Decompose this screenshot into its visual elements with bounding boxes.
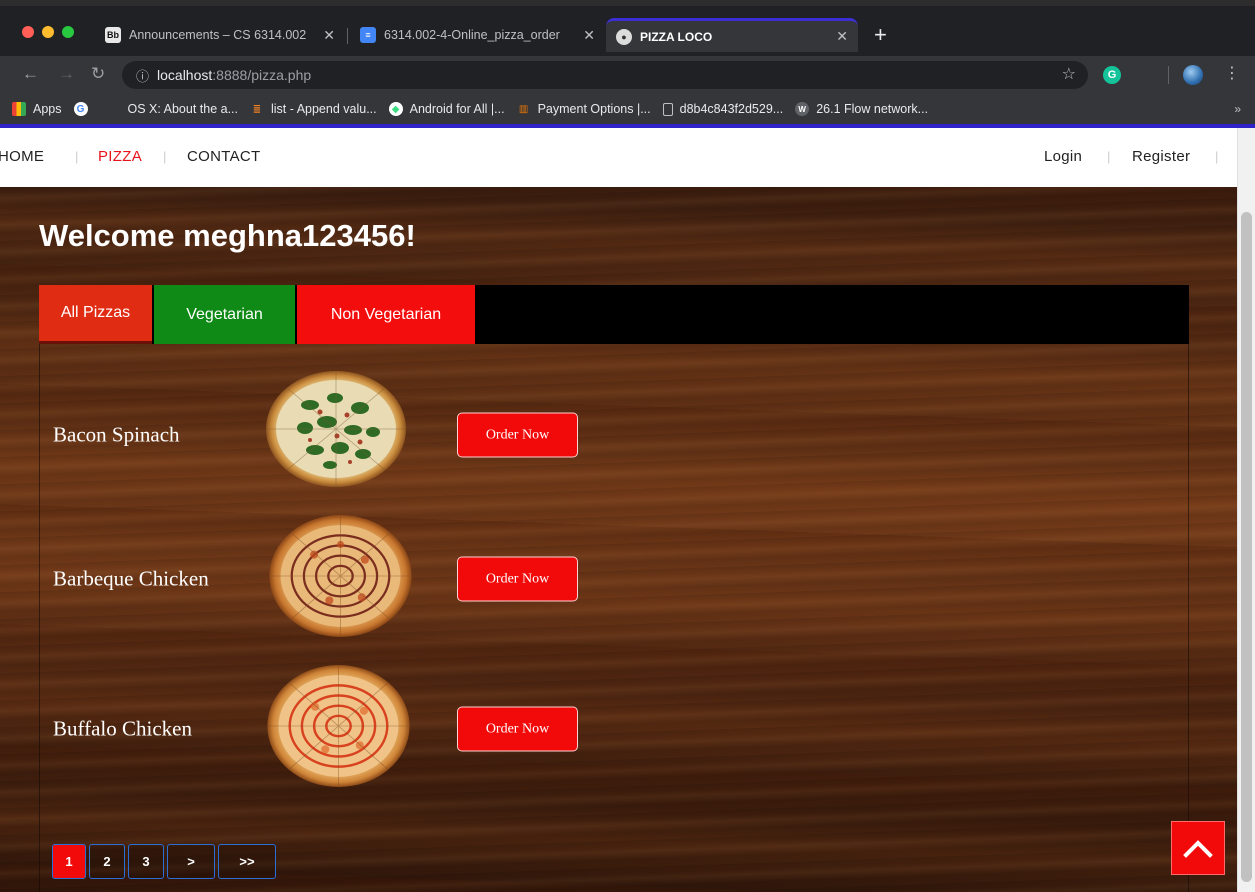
- tab-all-pizzas[interactable]: All Pizzas: [39, 285, 152, 344]
- bookmark-star-icon[interactable]: ☆: [1062, 64, 1076, 84]
- bookmark-label: 26.1 Flow network...: [816, 102, 929, 116]
- tab-divider: [347, 28, 348, 44]
- last-page-button[interactable]: >>: [218, 844, 276, 879]
- url-host: localhost: [157, 67, 213, 83]
- bookmark-android[interactable]: ◆ Android for All |...: [388, 102, 505, 116]
- pizza-item-buffalo-chicken: Buffalo Chicken Order Now: [40, 664, 640, 794]
- toolbar-divider: [1168, 66, 1169, 84]
- back-to-top-button[interactable]: [1171, 821, 1225, 875]
- maximize-window-button[interactable]: [62, 26, 74, 38]
- bookmark-apps[interactable]: Apps: [12, 102, 62, 116]
- browser-toolbar: ← → ↻ ⓘ localhost:8888/pizza.php ☆ G ⋮: [0, 56, 1255, 94]
- info-icon[interactable]: ⓘ: [136, 66, 149, 85]
- pizza-favicon-icon: ●: [616, 28, 632, 45]
- tab-title: Announcements – CS 6314.002: [129, 28, 307, 42]
- docs-icon: ≡: [360, 27, 376, 43]
- forward-arrow-icon[interactable]: →: [58, 64, 75, 84]
- url-path: :8888/pizza.php: [212, 67, 312, 83]
- browser-tab-pizza-loco[interactable]: ● PIZZA LOCO ✕: [606, 18, 858, 52]
- blackboard-favicon-icon: Bb: [105, 27, 121, 43]
- page-1-button[interactable]: 1: [52, 844, 86, 879]
- close-tab-icon[interactable]: ✕: [323, 27, 335, 44]
- bookmark-label: OS X: About the a...: [127, 102, 239, 116]
- order-now-button[interactable]: Order Now: [457, 412, 578, 458]
- tab-non-vegetarian[interactable]: Non Vegetarian: [297, 285, 475, 344]
- pagination: 1 2 3 > >>: [52, 844, 279, 879]
- apple-icon: [107, 102, 121, 116]
- bookmark-label: list - Append valu...: [271, 102, 377, 116]
- bookmark-google[interactable]: G: [73, 102, 95, 116]
- browser-tab-doc[interactable]: ≡ 6314.002-4-Online_pizza_order ✕: [350, 20, 605, 50]
- bookmarks-overflow-icon[interactable]: »: [1234, 102, 1241, 116]
- barbeque-chicken-pizza-image: [269, 515, 412, 637]
- google-icon: G: [73, 102, 88, 116]
- browser-tab-announcements[interactable]: Bb Announcements – CS 6314.002 ✕: [95, 20, 345, 50]
- bacon-spinach-pizza-image: [266, 371, 406, 487]
- pizza-item-bacon-spinach: Bacon Spinach Order Now: [40, 370, 640, 500]
- order-now-button[interactable]: Order Now: [457, 706, 578, 752]
- utd-icon: ▥: [518, 103, 529, 115]
- apps-grid-icon: [12, 102, 26, 116]
- page-2-button[interactable]: 2: [89, 844, 125, 879]
- browser-menu-icon[interactable]: ⋮: [1224, 64, 1240, 84]
- category-tabbar: All Pizzas Vegetarian Non Vegetarian: [39, 285, 1189, 344]
- order-now-button[interactable]: Order Now: [457, 556, 578, 602]
- minimize-window-button[interactable]: [42, 26, 54, 38]
- back-arrow-icon[interactable]: ←: [22, 64, 39, 84]
- bookmarks-bar: Apps G OS X: About the a... ≣ list - App…: [0, 94, 1255, 124]
- close-tab-icon[interactable]: ✕: [583, 27, 595, 44]
- grammarly-extension-icon[interactable]: G: [1103, 66, 1121, 84]
- tab-title: 6314.002-4-Online_pizza_order: [384, 28, 560, 42]
- close-tab-icon[interactable]: ✕: [836, 28, 848, 45]
- bookmark-label: d8b4c843f2d529...: [679, 102, 784, 116]
- pizza-list: Bacon Spinach Order Now Barbeque Chicken…: [39, 344, 1189, 892]
- profile-avatar[interactable]: [1183, 65, 1203, 85]
- site-navbar: HOME | PIZZA | CONTACT Login | Register …: [0, 128, 1237, 187]
- chevron-up-icon: [1183, 840, 1213, 858]
- android-icon: ◆: [388, 102, 403, 116]
- scrollbar-thumb[interactable]: [1241, 212, 1252, 882]
- reload-icon[interactable]: ↻: [91, 64, 105, 84]
- nav-divider: |: [75, 149, 79, 164]
- stackoverflow-icon: ≣: [252, 103, 262, 115]
- buffalo-chicken-pizza-image: [267, 665, 410, 787]
- pizza-name: Buffalo Chicken: [53, 716, 193, 741]
- bookmark-label: Payment Options |...: [537, 102, 651, 116]
- tab-vegetarian[interactable]: Vegetarian: [154, 285, 295, 344]
- bookmark-page[interactable]: d8b4c843f2d529...: [662, 102, 784, 116]
- nav-home-link[interactable]: HOME: [0, 148, 44, 165]
- bookmark-osx[interactable]: OS X: About the a...: [107, 102, 239, 116]
- welcome-heading: Welcome meghna123456!: [39, 218, 416, 253]
- bookmark-utd[interactable]: ▥ Payment Options |...: [517, 102, 651, 116]
- page-viewport: HOME | PIZZA | CONTACT Login | Register …: [0, 128, 1237, 892]
- pizza-item-barbeque-chicken: Barbeque Chicken Order Now: [40, 514, 640, 644]
- bookmark-stackoverflow[interactable]: ≣ list - Append valu...: [250, 102, 377, 116]
- browser-tab-strip: Bb Announcements – CS 6314.002 ✕ ≡ 6314.…: [0, 0, 1255, 56]
- bookmark-flow-network[interactable]: W 26.1 Flow network...: [795, 102, 928, 116]
- close-window-button[interactable]: [22, 26, 34, 38]
- bookmark-label: Android for All |...: [409, 102, 505, 116]
- page-scrollbar[interactable]: [1237, 128, 1255, 892]
- tab-title: PIZZA LOCO: [640, 29, 713, 44]
- nav-divider: |: [1215, 149, 1219, 164]
- address-bar[interactable]: ⓘ localhost:8888/pizza.php ☆: [122, 61, 1088, 89]
- nav-pizza-link[interactable]: PIZZA: [98, 148, 142, 165]
- nav-register-link[interactable]: Register: [1132, 148, 1190, 165]
- nav-login-link[interactable]: Login: [1044, 148, 1082, 165]
- pizza-name: Bacon Spinach: [53, 422, 180, 447]
- nav-contact-link[interactable]: CONTACT: [187, 148, 260, 165]
- new-tab-button[interactable]: +: [874, 24, 887, 46]
- page-3-button[interactable]: 3: [128, 844, 164, 879]
- pizza-name: Barbeque Chicken: [53, 566, 209, 591]
- next-page-button[interactable]: >: [167, 844, 215, 879]
- page-icon: [662, 102, 673, 116]
- wiki-icon: W: [795, 102, 810, 116]
- bookmark-label: Apps: [33, 102, 62, 116]
- nav-divider: |: [163, 149, 167, 164]
- nav-divider: |: [1107, 149, 1111, 164]
